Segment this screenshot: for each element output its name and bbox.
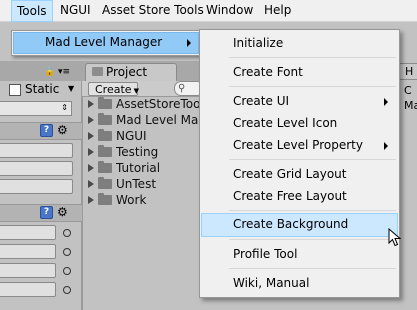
folder-row[interactable]: Mad Level Manager <box>88 113 204 128</box>
object-field[interactable] <box>0 225 56 240</box>
menu-item-create-font[interactable]: Create Font <box>201 61 398 84</box>
menu-item-mad-level-manager[interactable]: Mad Level Manager <box>13 32 199 54</box>
menu-item-create-ui[interactable]: Create UI <box>201 90 398 113</box>
dropdown-arrow-icon: ⇕ <box>61 103 68 112</box>
folder-row[interactable]: Work <box>88 193 204 208</box>
menubar: Tools NGUI Asset Store Tools Window Help <box>0 0 417 22</box>
object-picker-icon[interactable] <box>63 229 71 237</box>
folder-icon <box>98 113 112 125</box>
object-field[interactable] <box>0 282 56 297</box>
menu-item-profile-tool[interactable]: Profile Tool <box>201 243 398 266</box>
menu-item-create-level-property[interactable]: Create Level Property <box>201 134 398 157</box>
object-picker-icon[interactable] <box>63 248 71 256</box>
expand-arrow-icon[interactable] <box>88 164 94 172</box>
menu-item-create-free-layout[interactable]: Create Free Layout <box>201 185 398 208</box>
object-field[interactable] <box>0 244 56 259</box>
menu-item-wiki-manual[interactable]: Wiki, Manual <box>201 272 398 295</box>
submenu-arrow-icon <box>384 142 388 150</box>
menu-item-create-level-icon[interactable]: Create Level Icon <box>201 112 398 135</box>
create-label: Create <box>95 83 132 96</box>
folder-row[interactable]: UnTest <box>88 177 204 192</box>
field[interactable] <box>0 143 73 158</box>
menu-separator <box>229 159 396 160</box>
right-panel-tab-text: H <box>405 65 414 78</box>
submenu-arrow-icon <box>187 39 191 47</box>
expand-arrow-icon[interactable] <box>88 180 94 188</box>
expand-arrow-icon[interactable] <box>88 132 94 140</box>
folder-icon <box>98 129 112 141</box>
mouse-cursor-icon <box>388 228 402 247</box>
lock-icon[interactable]: 🔒 <box>44 68 55 77</box>
menu-window[interactable]: Window <box>201 0 258 22</box>
menu-tools[interactable]: Tools <box>11 0 53 22</box>
menu-ngui[interactable]: NGUI <box>55 0 96 22</box>
menu-separator <box>229 239 396 240</box>
expand-arrow-icon[interactable] <box>88 148 94 156</box>
folder-row[interactable]: Tutorial <box>88 161 204 176</box>
static-checkbox[interactable] <box>9 84 21 96</box>
field[interactable] <box>0 161 73 176</box>
folder-icon <box>98 145 112 157</box>
folder-row[interactable]: NGUI <box>88 129 204 144</box>
right-panel-text: C <box>404 84 412 97</box>
help-icon[interactable]: ? <box>40 124 53 137</box>
submenu-arrow-icon <box>384 98 388 106</box>
folder-icon <box>98 177 112 189</box>
menu-item-label: Mad Level Manager <box>45 35 163 49</box>
gear-icon[interactable]: ⚙ <box>57 124 68 136</box>
right-panel-tab[interactable]: H <box>398 63 417 80</box>
object-picker-icon[interactable] <box>63 267 71 275</box>
folder-row[interactable]: AssetStoreTools <box>88 97 204 112</box>
object-picker-icon[interactable] <box>63 286 71 294</box>
menu-asset-store-tools[interactable]: Asset Store Tools <box>97 0 209 22</box>
right-panel-text: Ma <box>404 99 417 112</box>
menu-item-create-grid-layout[interactable]: Create Grid Layout <box>201 163 398 186</box>
field[interactable] <box>0 179 73 194</box>
folder-icon <box>92 67 103 76</box>
menu-separator <box>229 57 396 58</box>
menu-item-initialize[interactable]: Initialize <box>201 32 398 55</box>
menu-separator <box>229 210 396 211</box>
object-field[interactable] <box>0 263 56 278</box>
menu-item-create-background[interactable]: Create Background <box>201 213 398 237</box>
project-tab-title: Project <box>106 65 148 79</box>
menu-separator <box>229 268 396 269</box>
expand-arrow-icon[interactable] <box>88 196 94 204</box>
menu-separator <box>229 86 396 87</box>
static-label: Static <box>25 82 60 96</box>
menu-help[interactable]: Help <box>259 0 296 22</box>
gear-icon[interactable]: ⚙ <box>57 206 68 218</box>
create-button[interactable]: Create ▼ <box>88 82 139 96</box>
folder-icon <box>98 193 112 205</box>
panel-menu-icon[interactable]: ▾≡ <box>58 67 70 77</box>
folder-icon <box>98 161 112 173</box>
help-icon[interactable]: ? <box>40 206 53 219</box>
folder-row[interactable]: Testing <box>88 145 204 160</box>
folder-icon <box>98 97 112 109</box>
static-dropdown-arrow[interactable]: ▼ <box>68 84 74 93</box>
layer-dropdown[interactable]: ⇕ <box>0 101 72 116</box>
expand-arrow-icon[interactable] <box>88 100 94 108</box>
expand-arrow-icon[interactable] <box>88 116 94 124</box>
project-tab[interactable]: Project <box>85 63 177 81</box>
chevron-down-icon: ▼ <box>133 87 139 95</box>
